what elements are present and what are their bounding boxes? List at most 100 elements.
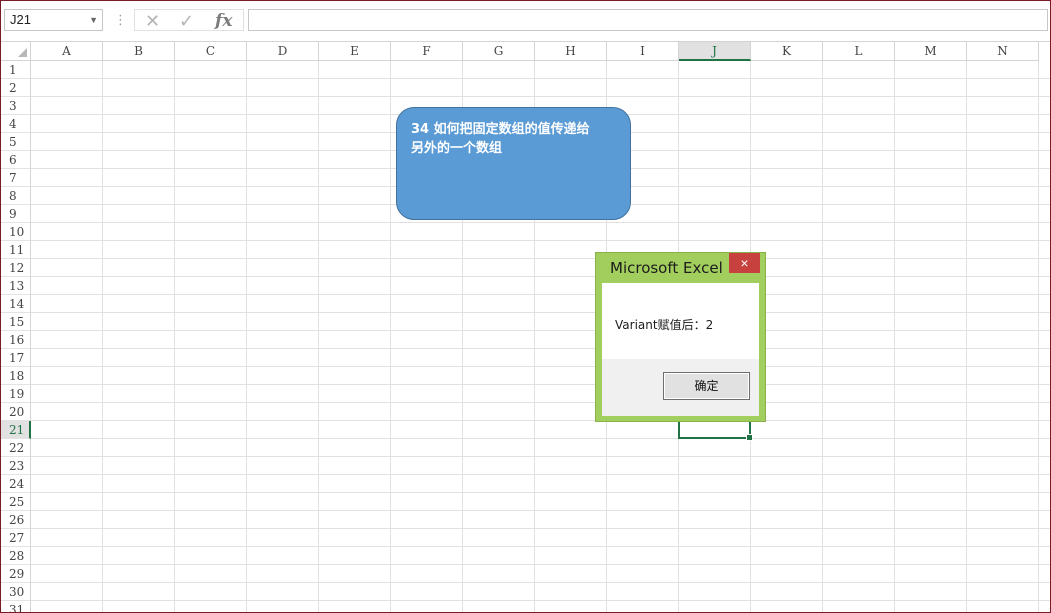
gridline-horizontal [31,528,1050,529]
shape-text-line-1: 34 如何把固定数组的值传递给 [411,122,590,137]
gridline-horizontal [31,582,1050,583]
gridline-horizontal [31,258,1050,259]
gridline-horizontal [31,492,1050,493]
row-header-30[interactable]: 30 [1,583,31,601]
gridline-horizontal [31,456,1050,457]
message-box-dialog: Microsoft Excel × Variant赋值后：2 确定 [595,252,766,422]
column-header-a[interactable]: A [31,42,103,61]
row-header-18[interactable]: 18 [1,367,31,385]
gridline-horizontal [31,384,1050,385]
name-box[interactable]: J21 ▼ [4,9,103,31]
active-cell[interactable] [678,420,753,441]
fill-handle[interactable] [746,434,753,441]
gridline-vertical [822,61,823,612]
gridline-vertical [390,61,391,612]
column-header-l[interactable]: L [823,42,895,61]
row-header-26[interactable]: 26 [1,511,31,529]
gridline-horizontal [31,240,1050,241]
gridline-vertical [174,61,175,612]
dialog-title: Microsoft Excel [610,259,723,277]
gridline-vertical [102,61,103,612]
gridline-horizontal [31,402,1050,403]
row-header-3[interactable]: 3 [1,97,31,115]
insert-function-icon[interactable]: fx [215,12,232,30]
rounded-rectangle-shape[interactable]: 34 如何把固定数组的值传递给 另外的一个数组 [396,107,631,220]
gridline-horizontal [31,366,1050,367]
name-box-value: J21 [10,12,31,27]
column-header-c[interactable]: C [175,42,247,61]
column-header-f[interactable]: F [391,42,463,61]
gridline-horizontal [31,564,1050,565]
column-header-n[interactable]: N [967,42,1039,61]
row-header-27[interactable]: 27 [1,529,31,547]
formula-bar-buttons: ✕ ✓ fx [134,9,244,31]
row-header-10[interactable]: 10 [1,223,31,241]
row-header-21[interactable]: 21 [1,421,31,439]
gridline-horizontal [31,348,1050,349]
row-header-4[interactable]: 4 [1,115,31,133]
row-header-12[interactable]: 12 [1,259,31,277]
row-header-23[interactable]: 23 [1,457,31,475]
check-icon[interactable]: ✓ [179,12,194,30]
row-header-7[interactable]: 7 [1,169,31,187]
gridline-horizontal [31,312,1050,313]
row-header-25[interactable]: 25 [1,493,31,511]
gridline-horizontal [31,222,1050,223]
column-header-h[interactable]: H [535,42,607,61]
gridline-horizontal [31,276,1050,277]
row-header-16[interactable]: 16 [1,331,31,349]
row-header-31[interactable]: 31 [1,601,31,612]
dialog-footer: 确定 [602,359,759,416]
row-header-8[interactable]: 8 [1,187,31,205]
row-header-15[interactable]: 15 [1,313,31,331]
row-header-29[interactable]: 29 [1,565,31,583]
gridline-vertical [318,61,319,612]
column-header-m[interactable]: M [895,42,967,61]
row-header-11[interactable]: 11 [1,241,31,259]
gridline-horizontal [31,474,1050,475]
row-header-1[interactable]: 1 [1,61,31,79]
row-header-13[interactable]: 13 [1,277,31,295]
gridline-horizontal [31,600,1050,601]
gridline-horizontal [31,510,1050,511]
gridline-horizontal [31,546,1050,547]
gridline-vertical [894,61,895,612]
gridline-horizontal [31,438,1050,439]
gridline-horizontal [31,78,1050,79]
close-icon[interactable]: ✕ [145,12,160,30]
row-header-24[interactable]: 24 [1,475,31,493]
gridline-vertical [1038,61,1039,612]
row-header-22[interactable]: 22 [1,439,31,457]
row-header-17[interactable]: 17 [1,349,31,367]
row-header-20[interactable]: 20 [1,403,31,421]
gridline-horizontal [31,96,1050,97]
row-header-2[interactable]: 2 [1,79,31,97]
excel-window: J21 ▼ ⋮ ✕ ✓ fx A B C D E F G H I J K L M N 1 2 3 4 5 6 7 8 9 10… [0,0,1051,613]
column-header-k[interactable]: K [751,42,823,61]
gridline-vertical [966,61,967,612]
column-header-e[interactable]: E [319,42,391,61]
gridline-horizontal [31,294,1050,295]
row-header-9[interactable]: 9 [1,205,31,223]
column-header-g[interactable]: G [463,42,535,61]
formula-bar: J21 ▼ ⋮ ✕ ✓ fx [1,1,1050,42]
row-header-14[interactable]: 14 [1,295,31,313]
ok-button[interactable]: 确定 [663,372,750,400]
shape-text-line-2: 另外的一个数组 [411,141,503,156]
column-header-d[interactable]: D [247,42,319,61]
row-header-19[interactable]: 19 [1,385,31,403]
chevron-down-icon[interactable]: ▼ [89,10,98,30]
formula-bar-separator: ⋮ [114,12,127,27]
row-header-5[interactable]: 5 [1,133,31,151]
close-button[interactable]: × [729,253,760,273]
gridline-vertical [246,61,247,612]
column-header-i[interactable]: I [607,42,679,61]
column-header-j[interactable]: J [679,42,751,61]
row-header-6[interactable]: 6 [1,151,31,169]
select-all-button[interactable] [1,42,31,61]
gridline-horizontal [31,330,1050,331]
row-header-28[interactable]: 28 [1,547,31,565]
column-header-b[interactable]: B [103,42,175,61]
dialog-message: Variant赋值后：2 [615,318,714,332]
formula-input[interactable] [248,9,1048,31]
